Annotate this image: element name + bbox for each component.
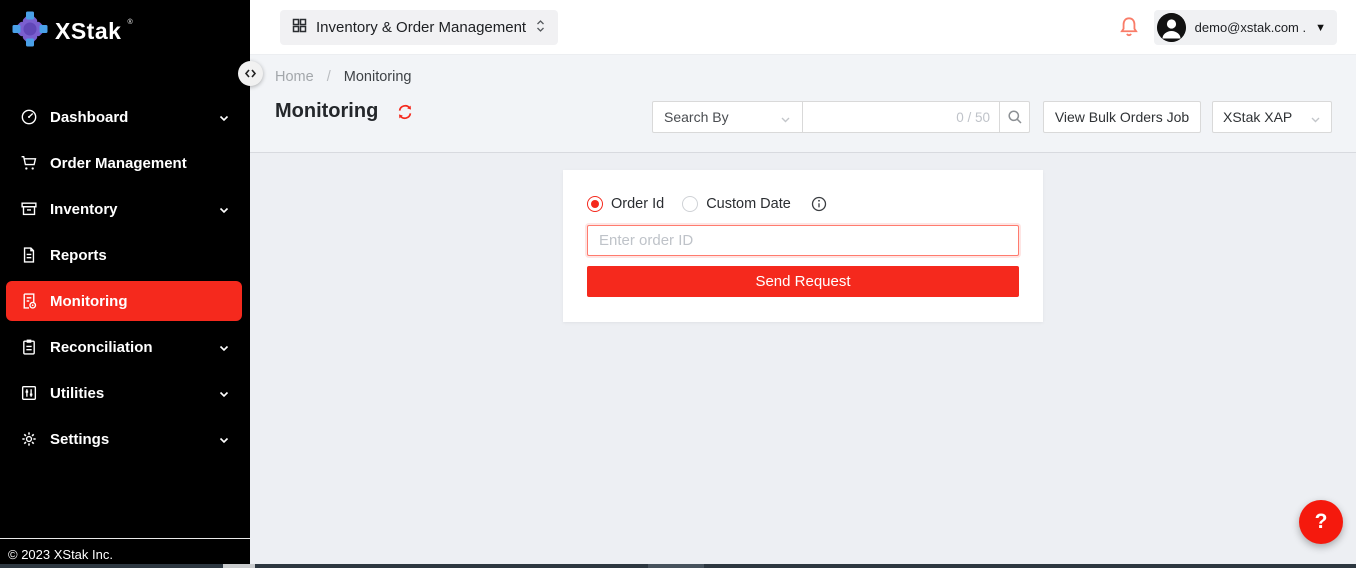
breadcrumb: Home / Monitoring (275, 69, 411, 85)
send-request-button[interactable]: Send Request (587, 266, 1019, 297)
sidebar: XStak ® Dashboard Order Management (0, 0, 250, 568)
sidebar-item-label: Utilities (50, 385, 218, 402)
app-switcher-button[interactable]: Inventory & Order Management (280, 10, 558, 45)
order-id-input[interactable] (587, 225, 1019, 256)
scrollbar-corner (223, 564, 255, 568)
breadcrumb-separator: / (327, 69, 331, 85)
avatar (1157, 13, 1186, 42)
chevron-down-icon (218, 433, 230, 445)
search-group: Search By 0 / 50 (652, 101, 1030, 133)
search-mode-radios: Order Id Custom Date (587, 196, 1019, 212)
sidebar-nav: Dashboard Order Management Inventory (6, 97, 242, 465)
sidebar-item-utilities[interactable]: Utilities (6, 373, 242, 413)
channel-select[interactable]: XStak XAP (1212, 101, 1332, 133)
sidebar-collapse-toggle[interactable] (238, 61, 263, 86)
updown-icon (535, 19, 546, 37)
chevron-down-icon (218, 111, 230, 123)
breadcrumb-current: Monitoring (344, 69, 412, 85)
sidebar-item-order-management[interactable]: Order Management (6, 143, 242, 183)
search-input-wrap: 0 / 50 (802, 101, 1000, 133)
order-id-radio-label: Order Id (611, 196, 664, 212)
cart-icon (20, 154, 38, 172)
sidebar-item-label: Reports (50, 247, 230, 264)
chevron-down-icon (218, 341, 230, 353)
grid-icon (292, 18, 307, 37)
chevron-down-icon (1310, 112, 1321, 123)
sidebar-item-reconciliation[interactable]: Reconciliation (6, 327, 242, 367)
sidebar-item-reports[interactable]: Reports (6, 235, 242, 275)
scrollbar-thumb[interactable] (648, 564, 704, 568)
logo[interactable]: XStak ® (10, 9, 132, 54)
title-row: Monitoring (275, 100, 414, 123)
gear-icon (20, 430, 38, 448)
view-bulk-orders-job-button[interactable]: View Bulk Orders Job (1043, 101, 1201, 133)
channel-select-value: XStak XAP (1223, 109, 1292, 125)
search-icon (1007, 109, 1023, 125)
main-content: Order Id Custom Date Send Request (250, 154, 1356, 568)
page-header: Home / Monitoring Monitoring Search By 0… (250, 55, 1356, 153)
chevron-down-icon (780, 112, 791, 123)
chevron-down-icon (218, 203, 230, 215)
user-email: demo@xstak.com . (1195, 20, 1306, 35)
gauge-icon (20, 108, 38, 126)
sidebar-item-settings[interactable]: Settings (6, 419, 242, 459)
inventory-box-icon (20, 200, 38, 218)
notification-bell-icon[interactable] (1118, 16, 1140, 38)
sidebar-item-label: Monitoring (50, 293, 230, 310)
chevron-down-icon (218, 387, 230, 399)
logo-text: XStak (55, 18, 121, 45)
monitoring-file-icon (20, 292, 38, 310)
bottom-scrollbar[interactable] (0, 564, 1356, 568)
sidebar-item-label: Settings (50, 431, 218, 448)
user-menu[interactable]: demo@xstak.com . ▼ (1154, 10, 1337, 45)
sidebar-item-label: Order Management (50, 155, 230, 172)
search-by-select[interactable]: Search By (652, 101, 803, 133)
caret-down-icon: ▼ (1315, 22, 1326, 34)
breadcrumb-home-link[interactable]: Home (275, 69, 314, 85)
page-title: Monitoring (275, 100, 378, 123)
topbar: Inventory & Order Management demo@xstak.… (250, 0, 1356, 55)
sidebar-item-dashboard[interactable]: Dashboard (6, 97, 242, 137)
char-counter: 0 / 50 (956, 110, 990, 125)
report-file-icon (20, 246, 38, 264)
search-button[interactable] (999, 101, 1030, 133)
sliders-icon (20, 384, 38, 402)
clipboard-icon (20, 338, 38, 356)
sidebar-item-label: Inventory (50, 201, 218, 218)
custom-date-radio-label: Custom Date (706, 196, 791, 212)
help-button[interactable]: ? (1299, 500, 1343, 544)
sidebar-item-label: Dashboard (50, 109, 218, 126)
refresh-icon[interactable] (396, 103, 414, 121)
logo-registered-mark: ® (127, 19, 132, 26)
monitoring-request-card: Order Id Custom Date Send Request (563, 170, 1043, 322)
sidebar-item-label: Reconciliation (50, 339, 218, 356)
sidebar-item-inventory[interactable]: Inventory (6, 189, 242, 229)
search-by-label: Search By (664, 109, 729, 125)
xstak-logo-icon (10, 9, 50, 54)
info-icon[interactable] (811, 196, 827, 212)
collapse-chevrons-icon (243, 66, 258, 81)
sidebar-item-monitoring[interactable]: Monitoring (6, 281, 242, 321)
order-id-radio[interactable] (587, 196, 603, 212)
custom-date-radio[interactable] (682, 196, 698, 212)
app-switcher-label: Inventory & Order Management (316, 19, 526, 36)
